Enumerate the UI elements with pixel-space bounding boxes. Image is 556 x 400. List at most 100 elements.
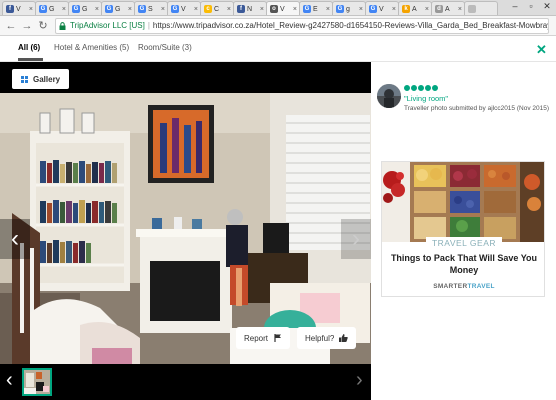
close-viewer-icon[interactable]: ✕ xyxy=(536,42,547,58)
tab-room-suite[interactable]: Room/Suite (3) xyxy=(138,43,192,52)
tab-close-icon[interactable]: × xyxy=(227,6,231,13)
advertisement[interactable]: TRAVEL GEAR Things to Pack That Will Sav… xyxy=(381,161,545,297)
tab-close-icon[interactable]: × xyxy=(326,6,330,13)
url-text: https://www.tripadvisor.co.za/Hotel_Revi… xyxy=(152,21,549,30)
tab-title: G xyxy=(82,5,88,13)
site-identity: TripAdvisor LLC [US] xyxy=(70,21,145,30)
tab-close-icon[interactable]: × xyxy=(359,6,363,13)
tab-title: G xyxy=(115,5,121,13)
helpful-label: Helpful? xyxy=(305,333,335,343)
ad-snack-tray-image xyxy=(382,162,544,242)
tab-favicon-icon xyxy=(468,5,476,13)
tab-favicon-icon: G xyxy=(303,5,311,13)
thumbnails-next-arrow[interactable]: › xyxy=(356,369,363,392)
tab-close-icon[interactable]: × xyxy=(62,6,66,13)
gallery-button[interactable]: Gallery xyxy=(12,69,70,89)
tab-close-icon[interactable]: × xyxy=(293,6,297,13)
browser-tab[interactable]: d A × xyxy=(431,1,465,15)
helpful-button[interactable]: Helpful? xyxy=(297,327,357,349)
report-label: Report xyxy=(244,333,269,343)
tab-favicon-icon: o xyxy=(270,5,278,13)
rating-bubble-icon xyxy=(432,85,438,91)
tab-close-icon[interactable]: × xyxy=(260,6,264,13)
previous-photo-arrow[interactable]: ‹ xyxy=(0,219,30,259)
tab-close-icon[interactable]: × xyxy=(161,6,165,13)
gallery-label: Gallery xyxy=(33,74,61,84)
browser-tab[interactable]: G G × xyxy=(35,1,69,15)
rating-bubble-icon xyxy=(411,85,417,91)
thumbs-up-icon xyxy=(339,334,349,342)
tab-close-icon[interactable]: × xyxy=(458,6,462,13)
tab-title: V xyxy=(16,5,21,13)
browser-tab[interactable]: f N × xyxy=(233,1,267,15)
bubble-rating xyxy=(404,85,439,91)
tab-favicon-icon: G xyxy=(138,5,146,13)
url-separator: | xyxy=(147,21,150,30)
tab-title: A xyxy=(412,5,417,13)
tab-close-icon[interactable]: × xyxy=(95,6,99,13)
tab-title: g xyxy=(346,5,350,13)
tab-title: S xyxy=(148,5,153,13)
tab-title: C xyxy=(214,5,220,13)
browser-tab[interactable]: f V × xyxy=(2,1,36,15)
browser-tab[interactable]: c C × xyxy=(200,1,234,15)
report-button[interactable]: Report xyxy=(236,327,291,349)
rating-bubble-icon xyxy=(404,85,410,91)
thumbnail-living-room[interactable] xyxy=(22,368,52,396)
browser-tab[interactable]: o V × xyxy=(266,1,300,15)
tab-title: E xyxy=(313,5,318,13)
tab-all[interactable]: All (6) xyxy=(18,43,40,52)
tab-title: G xyxy=(49,5,55,13)
reload-icon[interactable]: ↻ xyxy=(36,19,50,33)
tab-close-icon[interactable]: × xyxy=(29,6,33,13)
ad-brand-logo: SMARTERTRAVEL xyxy=(433,283,495,290)
browser-tab[interactable]: k A × xyxy=(398,1,432,15)
tab-title: V xyxy=(379,5,384,13)
thumbnail-strip: ‹ › xyxy=(0,364,371,400)
tab-title: V xyxy=(280,5,285,13)
tab-favicon-icon: G xyxy=(105,5,113,13)
lock-icon xyxy=(59,22,66,30)
window-close-icon[interactable]: ✕ xyxy=(540,0,554,14)
photo-credit: Traveller photo submitted by ajlcc2015 (… xyxy=(404,105,549,112)
thumbnails-prev-arrow[interactable]: ‹ xyxy=(6,369,13,392)
tab-close-icon[interactable]: × xyxy=(392,6,396,13)
browser-tab[interactable]: G V × xyxy=(365,1,399,15)
forward-icon[interactable]: → xyxy=(20,19,34,33)
browser-tab[interactable]: G G × xyxy=(101,1,135,15)
tab-title: N xyxy=(247,5,253,13)
ad-kicker: TRAVEL GEAR xyxy=(382,237,544,249)
browser-tab[interactable]: Gg × xyxy=(332,1,366,15)
living-room-photo xyxy=(0,93,371,364)
tab-favicon-icon: G xyxy=(369,5,377,13)
photo-title[interactable]: "Living room" xyxy=(404,94,448,103)
url-field[interactable]: TripAdvisor LLC [US] | https://www.tripadv… xyxy=(55,18,549,34)
tab-hotel-amenities[interactable]: Hotel & Amenities (5) xyxy=(54,43,129,52)
tab-favicon-icon: G xyxy=(336,5,344,13)
photo-info-panel: "Living room" Traveller photo submitted … xyxy=(371,62,556,400)
ad-headline[interactable]: Things to Pack That Will Save You Money xyxy=(390,252,538,276)
tab-close-icon[interactable]: × xyxy=(194,6,198,13)
grid-icon xyxy=(21,75,28,83)
tab-favicon-icon: f xyxy=(237,5,245,13)
browser-tab[interactable]: G G × xyxy=(68,1,102,15)
rating-bubble-icon xyxy=(425,85,431,91)
avatar[interactable] xyxy=(377,84,401,108)
maximize-icon[interactable]: ▫ xyxy=(524,0,538,14)
next-photo-arrow[interactable]: › xyxy=(341,219,371,259)
browser-tab[interactable]: G E × xyxy=(299,1,333,15)
tab-favicon-icon: G xyxy=(39,5,47,13)
tab-favicon-icon: f xyxy=(6,5,14,13)
tab-close-icon[interactable]: × xyxy=(425,6,429,13)
tab-favicon-icon: d xyxy=(435,5,443,13)
tab-close-icon[interactable]: × xyxy=(128,6,132,13)
minimize-icon[interactable]: – xyxy=(508,0,522,14)
browser-tab[interactable]: G S × xyxy=(134,1,168,15)
back-icon[interactable]: ← xyxy=(4,19,18,33)
tab-title: A xyxy=(445,5,450,13)
tab-favicon-icon: c xyxy=(204,5,212,13)
rating-bubble-icon xyxy=(418,85,424,91)
browser-tab[interactable] xyxy=(464,1,498,15)
browser-tab[interactable]: G V × xyxy=(167,1,201,15)
photo-stage: Gallery ‹ › Report Helpful? ‹ › xyxy=(0,62,371,400)
